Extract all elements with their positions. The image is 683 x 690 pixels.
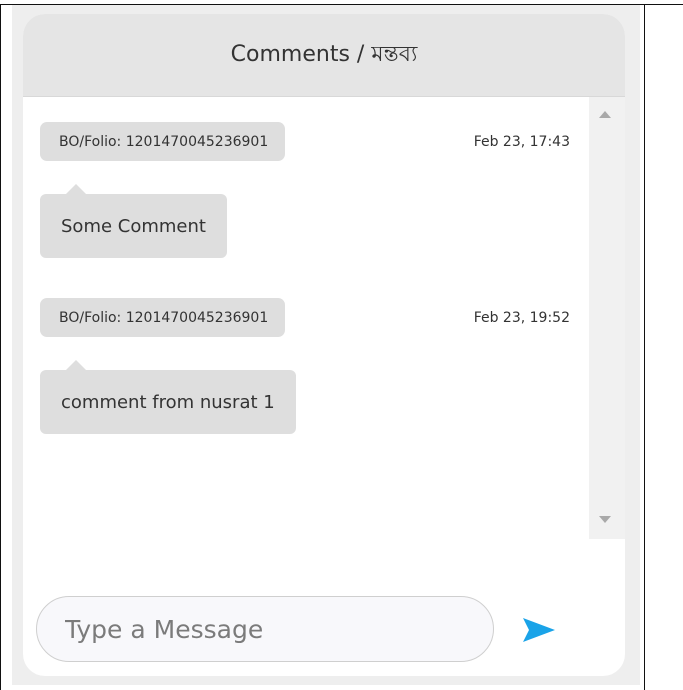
scrollbar[interactable] (589, 97, 625, 539)
message-input[interactable] (63, 613, 467, 645)
message-author: BO/Folio: 1201470045236901 (40, 122, 286, 161)
message-list[interactable]: BO/Folio: 1201470045236901 Feb 23, 17:43… (23, 97, 593, 539)
send-button[interactable] (521, 614, 557, 646)
message-composer (36, 596, 494, 662)
comments-title: Comments / মন্তব্য (230, 41, 418, 67)
frame-border-right (644, 4, 645, 690)
message-bubble: Some Comment (40, 184, 227, 258)
scroll-up-icon[interactable] (599, 111, 611, 118)
message-timestamp: Feb 23, 17:43 (473, 134, 570, 150)
send-icon (523, 618, 555, 642)
message-author: BO/Folio: 1201470045236901 (40, 298, 286, 337)
message-timestamp: Feb 23, 19:52 (473, 310, 570, 326)
scroll-down-icon[interactable] (599, 516, 611, 523)
comments-panel: Comments / মন্তব্য BO/Folio: 12014700452… (23, 14, 625, 676)
comments-header: Comments / মন্তব্য (23, 14, 625, 97)
frame-border-left (0, 4, 1, 690)
message-bubble: comment from nusrat 1 (40, 360, 296, 434)
